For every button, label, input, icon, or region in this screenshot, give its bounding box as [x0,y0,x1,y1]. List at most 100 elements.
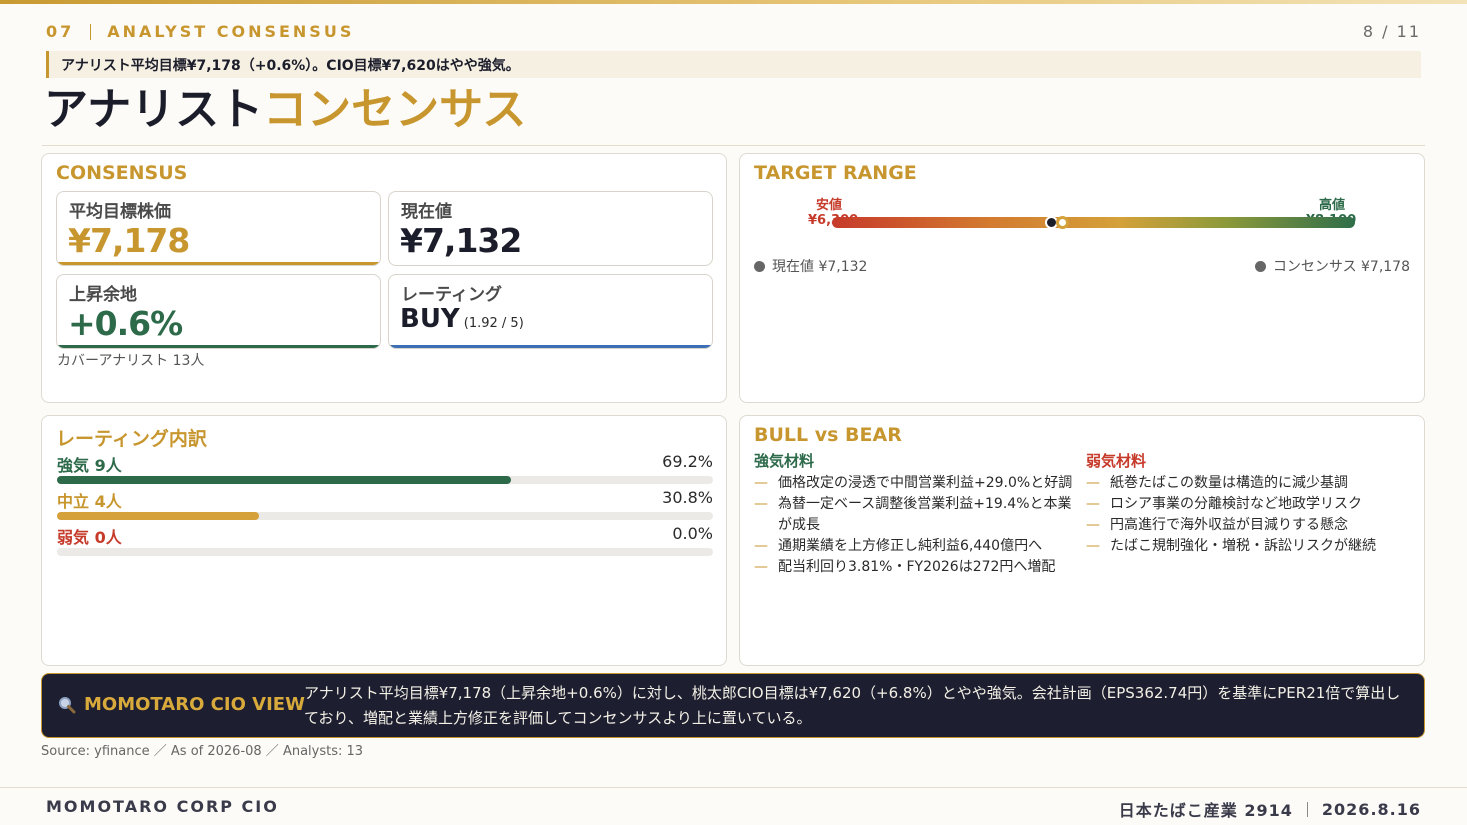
footer-divider [0,787,1467,788]
covered-analysts: カバーアナリスト 13人 [57,353,205,369]
cio-view-heading: MOMOTARO CIO VIEW [58,694,305,715]
current-price-label: 現在値 [401,202,452,222]
legend-consensus-text: コンセンサス ¥7,178 [1272,259,1410,275]
bear-heading: 弱気材料 [1086,452,1147,470]
rating-value: BUY [400,304,460,334]
upside-value: +0.6% [68,304,183,343]
consensus-marker [1055,216,1069,229]
footer-company: 日本たばこ産業 2914 [1118,801,1293,820]
bull-item: 価格改定の浸透で中間営業利益+29.0%と好調 [778,475,1073,491]
bull-bear-panel: BULL vs BEAR 強気材料 — 価格改定の浸透で中間営業利益+29.0%と… [739,415,1425,666]
rating-row-pct: 30.8% [662,488,713,507]
bull-item: 配当利回り3.81%・FY2026は272円へ増配 [778,559,1056,575]
dash-marker: — [1086,517,1100,533]
bear-column: 弱気材料 — 紙巻たばこの数量は構造的に減少基調 — ロシア事業の分離検討など地政学… [1086,450,1416,557]
rating-row-track [57,548,713,556]
rating-row-track [57,476,713,484]
dash-marker: — [754,496,768,512]
list-item: — 配当利回り3.81%・FY2026は272円へ増配 [754,557,1076,578]
cio-view-text: アナリスト平均目標¥7,178（上昇余地+0.6%）に対し、桃太郎CIO目標は¥… [304,684,1401,727]
rating-row-label: 強気 9人 [57,456,122,475]
top-accent-bar [0,0,1467,4]
list-item: — 価格改定の浸透で中間営業利益+29.0%と好調 [754,473,1076,494]
target-range-panel: TARGET RANGE 安値 ¥6,300 高値 ¥8,100 現在値 ¥7,… [739,153,1425,403]
dash-marker: — [754,559,768,575]
section-number: 07 [46,22,75,41]
footer-brand: MOMOTARO CORP CIO [46,797,279,816]
dash-marker: — [1086,538,1100,554]
list-item: — 紙巻たばこの数量は構造的に減少基調 [1086,473,1416,494]
title-main: アナリスト [44,84,264,135]
avg-target-card: 平均目標株価 ¥7,178 [56,191,381,266]
bear-item: ロシア事業の分離検討など地政学リスク [1110,496,1362,512]
consensus-title: CONSENSUS [56,162,188,184]
target-range-bar [832,217,1355,228]
rating-row-label: 弱気 0人 [57,528,122,547]
legend-current-text: 現在値 ¥7,132 [772,259,868,275]
rating-breakdown-panel: レーティング内訳 強気 9人 69.2% 中立 4人 30.8% 弱気 0人 0… [41,415,727,666]
upside-card: 上昇余地 +0.6% [56,274,381,349]
bull-heading: 強気材料 [754,452,815,470]
page-title: アナリストコンセンサス [44,82,526,138]
page-number: 8 / 11 [1362,22,1421,41]
rating-row-pct: 0.0% [672,524,713,543]
current-price-card: 現在値 ¥7,132 [388,191,713,266]
upside-label: 上昇余地 [69,285,137,305]
avg-target-value: ¥7,178 [68,221,190,260]
target-range-title: TARGET RANGE [754,162,917,184]
dash-marker: — [754,538,768,554]
bull-item: 為替一定ベース調整後営業利益+19.4%と本業が成長 [778,496,1072,533]
section-name: ANALYST CONSENSUS [107,22,355,41]
bear-list: — 紙巻たばこの数量は構造的に減少基調 — ロシア事業の分離検討など地政学リスク —… [1086,473,1416,557]
upside-underline [57,345,380,348]
summary-banner: アナリスト平均目標¥7,178（+0.6%）。CIO目標¥7,620はやや強気。 [46,51,1421,78]
list-item: — 為替一定ベース調整後営業利益+19.4%と本業が成長 [754,494,1076,536]
legend-current-dot [754,260,765,272]
bull-list: — 価格改定の浸透で中間営業利益+29.0%と好調 — 為替一定ベース調整後営業利益… [754,473,1076,578]
list-item: — たばこ規制強化・増税・訴訟リスクが継続 [1086,536,1416,557]
rating-row-pct: 69.2% [662,452,713,471]
rating-breakdown-title: レーティング内訳 [56,428,207,450]
current-price-value: ¥7,132 [400,221,522,260]
magnifier-icon [59,696,76,713]
rating-value-group: BUY (1.92 / 5) [400,304,524,334]
footer-info: 日本たばこ産業 2914 2026.8.16 [1119,797,1421,821]
section-divider [90,23,92,40]
rating-row-fill [57,476,511,484]
dash-marker: — [1086,496,1100,512]
low-label: 安値 [816,198,843,213]
list-item: — 円高進行で海外収益が目減りする懸念 [1086,515,1416,536]
source-note: Source: yfinance ／ As of 2026-08 ／ Analy… [41,744,364,759]
legend-consensus-dot [1254,260,1266,272]
rating-row-track [57,512,713,520]
rating-card: レーティング BUY (1.92 / 5) [388,274,713,349]
avg-target-label: 平均目標株価 [69,202,171,222]
consensus-panel: CONSENSUS 平均目標株価 ¥7,178 現在値 ¥7,132 上昇余地 … [41,153,727,403]
bear-item: 紙巻たばこの数量は構造的に減少基調 [1110,475,1348,491]
rating-row-label: 中立 4人 [57,492,122,511]
section-label: 07 ANALYST CONSENSUS [46,22,354,41]
bull-bear-title: BULL vs BEAR [754,424,902,446]
legend-current: 現在値 ¥7,132 [754,256,867,276]
footer-separator [1306,801,1308,817]
rating-row-fill [57,512,260,520]
cio-view-title: MOMOTARO CIO VIEW [84,694,305,715]
rating-score: (1.92 / 5) [463,316,524,331]
dash-marker: — [1086,475,1100,491]
list-item: — ロシア事業の分離検討など地政学リスク [1086,494,1416,515]
bull-column: 強気材料 — 価格改定の浸透で中間営業利益+29.0%と好調 — 為替一定ベース調整… [754,450,1076,578]
list-item: — 通期業績を上方修正し純利益6,440億円へ [754,536,1076,557]
cio-view-box: MOMOTARO CIO VIEW アナリスト平均目標¥7,178（上昇余地+0… [41,673,1425,738]
avg-target-underline [57,262,380,265]
title-divider [42,145,1425,146]
rating-label: レーティング [401,285,502,305]
bear-item: 円高進行で海外収益が目減りする懸念 [1110,517,1348,533]
bear-item: たばこ規制強化・増税・訴訟リスクが継続 [1110,538,1376,554]
high-label: 高値 [1319,198,1346,213]
bull-item: 通期業績を上方修正し純利益6,440億円へ [778,538,1043,554]
legend-consensus: コンセンサス ¥7,178 [1254,256,1410,276]
footer-date: 2026.8.16 [1321,799,1421,819]
rating-underline [389,345,712,348]
dash-marker: — [754,475,768,491]
title-accent: コンセンサス [263,84,527,135]
